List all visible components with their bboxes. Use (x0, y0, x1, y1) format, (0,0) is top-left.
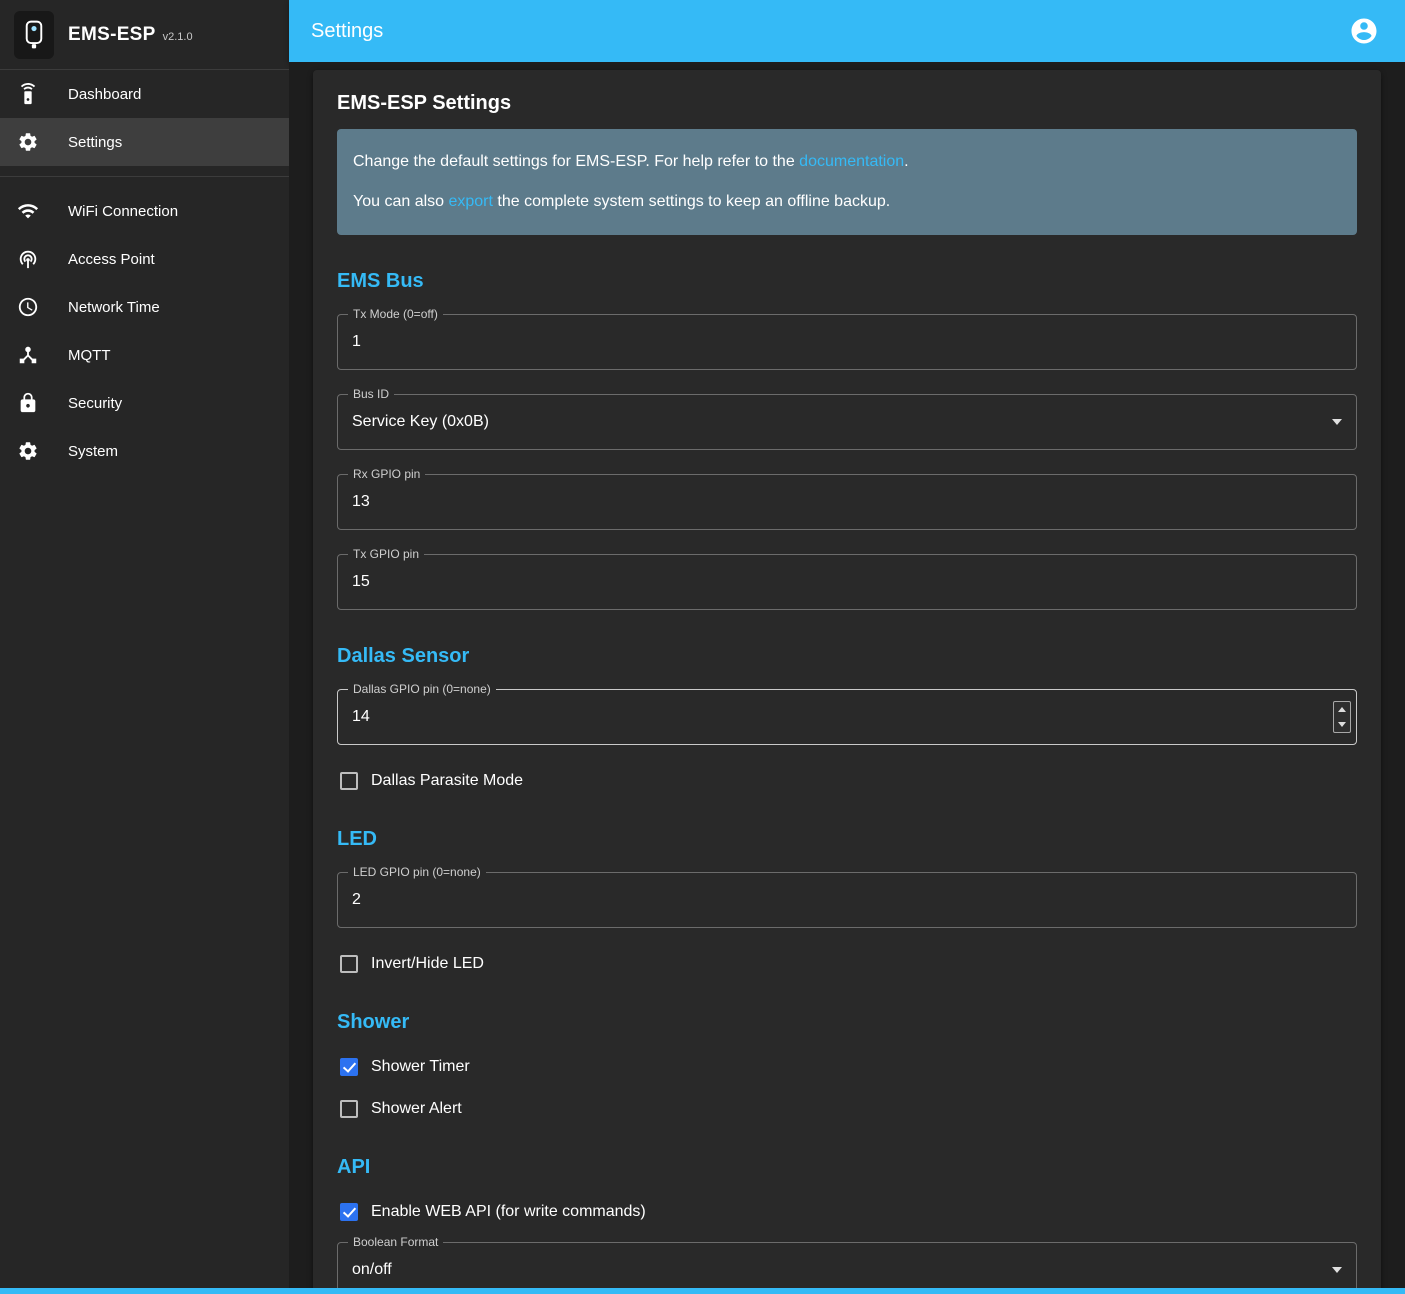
tx-mode-field: Tx Mode (0=off) (337, 314, 1357, 370)
dallas-gpio-input[interactable] (338, 690, 1356, 744)
rx-gpio-input[interactable] (338, 475, 1356, 529)
info-text: Change the default settings for EMS-ESP.… (353, 153, 799, 170)
section-heading-shower: Shower (337, 1011, 1357, 1034)
sidebar-item-wifi-connection[interactable]: WiFi Connection (0, 187, 289, 235)
app-version: v2.1.0 (163, 31, 193, 43)
gear-icon (16, 439, 40, 463)
clock-icon (16, 295, 40, 319)
device-hub-icon (16, 343, 40, 367)
led-gpio-label: LED GPIO pin (0=none) (348, 865, 486, 879)
tx-gpio-input[interactable] (338, 555, 1356, 609)
chevron-down-icon (1332, 1267, 1342, 1273)
dallas-gpio-field: Dallas GPIO pin (0=none) (337, 689, 1357, 745)
info-text: the complete system settings to keep an … (493, 193, 890, 210)
info-box: Change the default settings for EMS-ESP.… (337, 129, 1357, 235)
shower-timer-checkbox-row[interactable]: Shower Timer (337, 1055, 1357, 1079)
account-circle-icon (1349, 16, 1379, 46)
tx-gpio-field: Tx GPIO pin (337, 554, 1357, 610)
invert-led-label: Invert/Hide LED (371, 955, 484, 973)
shower-timer-label: Shower Timer (371, 1058, 470, 1076)
app-logo (14, 11, 54, 59)
section-heading-dallas-sensor: Dallas Sensor (337, 645, 1357, 668)
shower-alert-label: Shower Alert (371, 1100, 462, 1118)
info-line-1: Change the default settings for EMS-ESP.… (353, 150, 1341, 174)
sidebar-item-label: Settings (68, 134, 122, 151)
tx-gpio-label: Tx GPIO pin (348, 547, 424, 561)
tx-mode-input[interactable] (338, 315, 1356, 369)
sidebar-item-settings[interactable]: Settings (0, 118, 289, 166)
sidebar-item-access-point[interactable]: Access Point (0, 235, 289, 283)
sidebar-item-dashboard[interactable]: Dashboard (0, 70, 289, 118)
rx-gpio-label: Rx GPIO pin (348, 467, 425, 481)
documentation-link[interactable]: documentation (799, 153, 904, 170)
sidebar-item-label: Network Time (68, 299, 160, 316)
wifi-tethering-icon (16, 247, 40, 271)
sidebar-item-system[interactable]: System (0, 427, 289, 475)
invert-led-checkbox-row[interactable]: Invert/Hide LED (337, 952, 1357, 976)
ems-esp-logo-icon (21, 20, 47, 50)
bottom-accent-bar (0, 1288, 1405, 1294)
checkbox-icon[interactable] (340, 772, 358, 790)
checkbox-icon[interactable] (340, 1203, 358, 1221)
sidebar-header: EMS-ESP v2.1.0 (0, 0, 289, 70)
sidebar-item-label: Access Point (68, 251, 155, 268)
page-title: Settings (311, 20, 383, 43)
dallas-gpio-label: Dallas GPIO pin (0=none) (348, 682, 496, 696)
checkbox-icon[interactable] (340, 1058, 358, 1076)
tx-mode-label: Tx Mode (0=off) (348, 307, 443, 321)
enable-web-api-checkbox-row[interactable]: Enable WEB API (for write commands) (337, 1200, 1357, 1224)
boolean-format-label: Boolean Format (348, 1235, 443, 1249)
sidebar-item-security[interactable]: Security (0, 379, 289, 427)
boolean-format-select[interactable]: Boolean Format on/off (337, 1242, 1357, 1288)
card-title: EMS-ESP Settings (337, 92, 1357, 115)
content-area: EMS-ESP Settings Change the default sett… (289, 62, 1405, 1288)
export-link[interactable]: export (448, 193, 492, 210)
boolean-format-value: on/off (338, 1243, 1356, 1288)
sidebar-item-label: System (68, 443, 118, 460)
sidebar-item-mqtt[interactable]: MQTT (0, 331, 289, 379)
sidebar-item-label: MQTT (68, 347, 111, 364)
stepper-up-icon[interactable] (1334, 702, 1350, 717)
app-title-group: EMS-ESP v2.1.0 (68, 24, 193, 46)
bus-id-value: Service Key (0x0B) (338, 395, 1356, 449)
sidebar-item-label: WiFi Connection (68, 203, 178, 220)
lock-icon (16, 391, 40, 415)
main-column: Settings EMS-ESP Settings Change the def… (289, 0, 1405, 1288)
rx-gpio-field: Rx GPIO pin (337, 474, 1357, 530)
stepper-down-icon[interactable] (1334, 717, 1350, 732)
gear-icon (16, 130, 40, 154)
bus-id-label: Bus ID (348, 387, 394, 401)
sidebar-divider (0, 176, 289, 177)
wifi-icon (16, 199, 40, 223)
settings-card: EMS-ESP Settings Change the default sett… (313, 70, 1381, 1288)
section-heading-api: API (337, 1156, 1357, 1179)
checkbox-icon[interactable] (340, 955, 358, 973)
dallas-parasite-label: Dallas Parasite Mode (371, 772, 523, 790)
led-gpio-input[interactable] (338, 873, 1356, 927)
section-heading-ems-bus: EMS Bus (337, 270, 1357, 293)
app-root: EMS-ESP v2.1.0 Dashboard Settings (0, 0, 1405, 1288)
section-heading-led: LED (337, 828, 1357, 851)
enable-web-api-label: Enable WEB API (for write commands) (371, 1203, 646, 1221)
info-text: You can also (353, 193, 448, 210)
sidebar-item-label: Dashboard (68, 86, 141, 103)
chevron-down-icon (1332, 419, 1342, 425)
sidebar-item-network-time[interactable]: Network Time (0, 283, 289, 331)
shower-alert-checkbox-row[interactable]: Shower Alert (337, 1097, 1357, 1121)
number-stepper[interactable] (1333, 701, 1351, 733)
info-text: . (904, 153, 908, 170)
bus-id-select[interactable]: Bus ID Service Key (0x0B) (337, 394, 1357, 450)
sidebar: EMS-ESP v2.1.0 Dashboard Settings (0, 0, 289, 1288)
appbar: Settings (289, 0, 1405, 62)
sidebar-nav: Dashboard Settings WiFi Connection Acc (0, 70, 289, 475)
dallas-parasite-checkbox-row[interactable]: Dallas Parasite Mode (337, 769, 1357, 793)
led-gpio-field: LED GPIO pin (0=none) (337, 872, 1357, 928)
sidebar-item-label: Security (68, 395, 122, 412)
app-title: EMS-ESP (68, 24, 156, 46)
account-button[interactable] (1345, 12, 1383, 50)
remote-device-icon (16, 82, 40, 106)
checkbox-icon[interactable] (340, 1100, 358, 1118)
info-line-2: You can also export the complete system … (353, 190, 1341, 214)
